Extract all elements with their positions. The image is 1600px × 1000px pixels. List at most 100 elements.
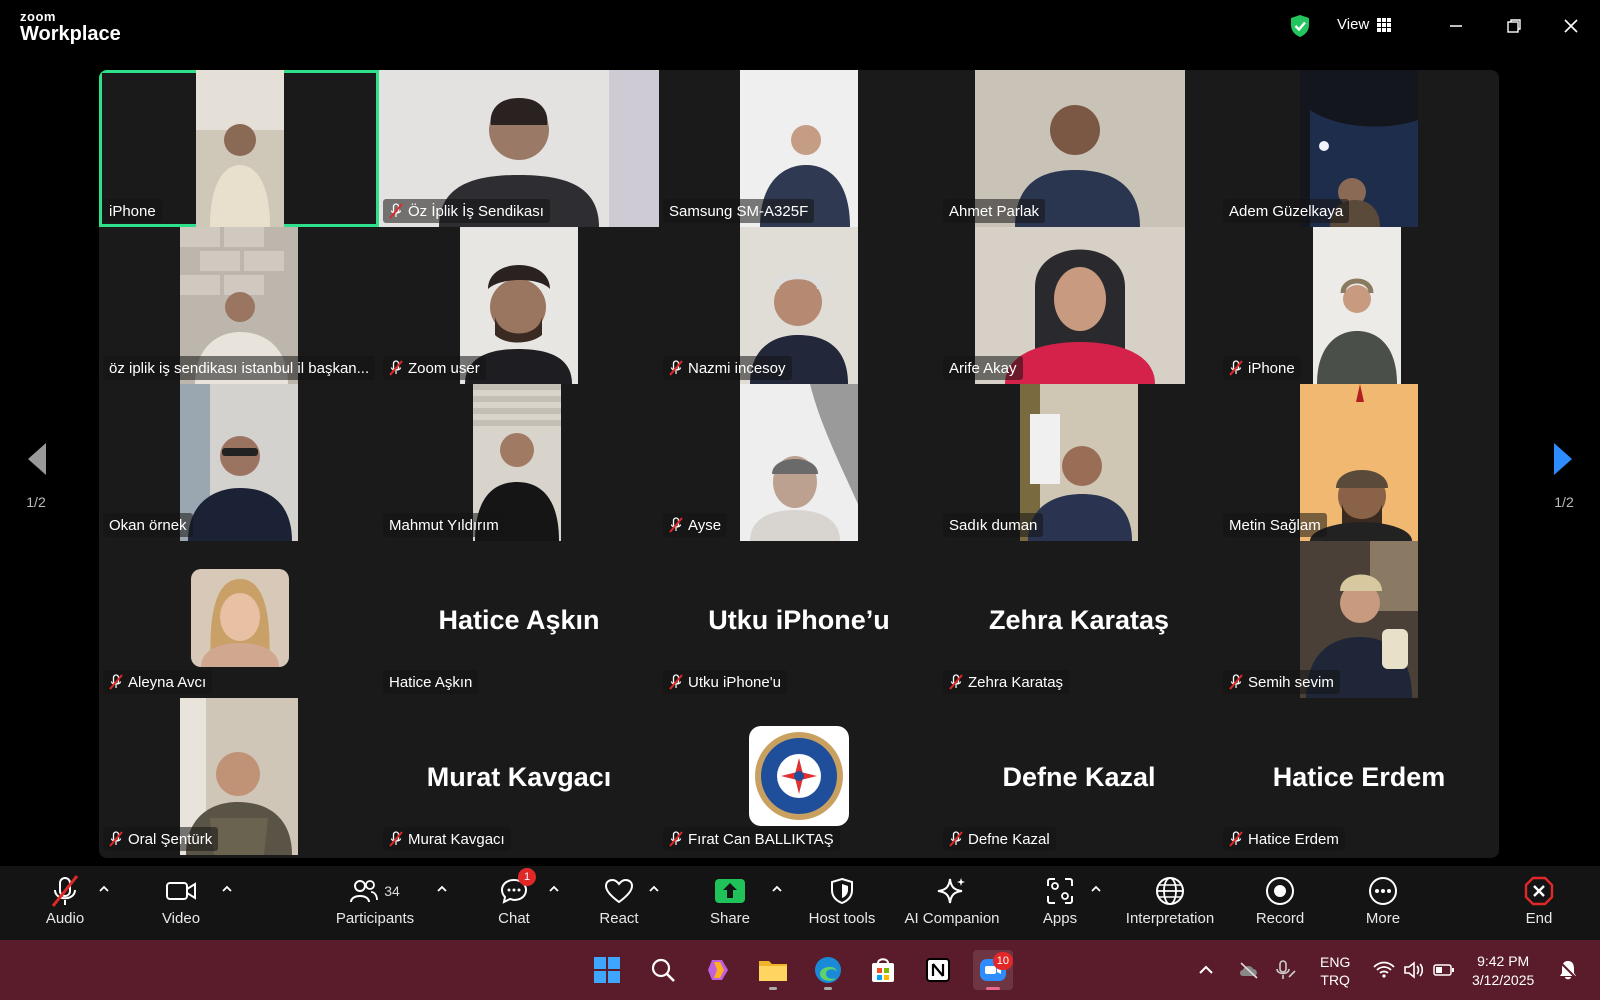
participant-tile[interactable]: Nazmi incesoy (659, 227, 939, 384)
participant-tile[interactable]: Samsung SM-A325F (659, 70, 939, 227)
react-button[interactable]: React (596, 874, 642, 934)
video-options-caret-icon[interactable] (220, 882, 234, 896)
video-button[interactable]: Video (155, 874, 207, 934)
participant-tile[interactable]: Murat Kavgacı Murat Kavgacı (379, 698, 659, 855)
chevron-left-icon (28, 443, 46, 475)
participant-name-tag: Okan örnek (103, 513, 193, 537)
record-label: Record (1255, 910, 1305, 927)
quick-settings[interactable] (1373, 940, 1455, 1000)
taskbar-copilot[interactable] (698, 950, 738, 990)
share-options-caret-icon[interactable] (770, 882, 784, 896)
participant-tile[interactable]: öz iplik iş sendikası istanbul il başkan… (99, 227, 379, 384)
participant-name-tag: Ayse (663, 513, 728, 537)
close-button[interactable] (1557, 14, 1585, 38)
participant-name-tag: Murat Kavgacı (383, 827, 511, 851)
participant-tile[interactable]: Öz İplik İş Sendikası (379, 70, 659, 227)
start-button[interactable] (587, 950, 627, 990)
taskbar-store[interactable] (863, 950, 903, 990)
view-button[interactable]: View (1337, 16, 1392, 33)
participant-tile[interactable]: Ayse (659, 384, 939, 541)
taskbar-notion[interactable] (918, 950, 958, 990)
shield-icon (831, 877, 853, 905)
interpretation-button[interactable]: Interpretation (1120, 874, 1220, 934)
clock-time: 9:42 PM (1477, 953, 1530, 969)
participant-name-tag: Zoom user (383, 356, 486, 380)
participant-tile[interactable]: Defne Kazal Defne Kazal (939, 698, 1219, 855)
audio-button[interactable]: Audio (40, 874, 90, 934)
host-tools-button[interactable]: Host tools (806, 874, 878, 934)
participant-tile[interactable]: Adem Güzelkaya (1219, 70, 1499, 227)
notifications-button[interactable] (1553, 950, 1583, 990)
grid-icon (1377, 17, 1392, 32)
taskbar-edge[interactable] (808, 950, 848, 990)
clock-date: 3/12/2025 (1472, 972, 1535, 988)
participant-video (740, 384, 858, 541)
muted-mic-icon (669, 831, 683, 847)
notification-bell-icon (1559, 961, 1577, 980)
react-options-caret-icon[interactable] (647, 882, 661, 896)
previous-page-button[interactable]: 1/2 (16, 441, 56, 510)
chat-button[interactable]: 1 Chat (494, 868, 536, 934)
muted-mic-icon (949, 674, 963, 690)
apps-options-caret-icon[interactable] (1089, 882, 1103, 896)
participant-tile[interactable]: Metin Sağlam (1219, 384, 1499, 541)
participants-label: Participants (335, 910, 415, 927)
apps-button[interactable]: Apps (1040, 874, 1080, 934)
participants-button[interactable]: 34 Participants (330, 874, 420, 934)
participant-tile[interactable]: iPhone (1219, 227, 1499, 384)
participant-tile[interactable]: Aleyna Avcı (99, 541, 379, 698)
input-language-indicator[interactable]: ENG TRQ (1320, 953, 1350, 989)
restore-button[interactable] (1500, 14, 1528, 38)
more-label: More (1365, 910, 1401, 927)
participant-tile[interactable]: Hatice Erdem Hatice Erdem (1219, 698, 1499, 855)
windows-taskbar: 10 ENG TRQ 9:42 PM 3/12/2025 (0, 940, 1600, 1000)
participant-name-tag: Hatice Aşkın (383, 670, 479, 694)
participant-tile[interactable]: iPhone (99, 70, 379, 227)
brand-small: zoom (20, 9, 56, 24)
onedrive-offline-icon[interactable] (1238, 961, 1260, 979)
next-page-button[interactable]: 1/2 (1544, 441, 1584, 510)
share-screen-button[interactable]: Share (708, 874, 752, 934)
muted-mic-icon (1229, 674, 1243, 690)
participant-tile[interactable]: Oral Şentürk (99, 698, 379, 855)
encryption-shield-icon[interactable] (1289, 14, 1311, 38)
end-meeting-button[interactable]: End (1519, 874, 1559, 934)
taskbar-file-explorer[interactable] (753, 950, 793, 990)
participant-tile[interactable]: Utku iPhone’u Utku iPhone'u (659, 541, 939, 698)
participant-name-tag: Metin Sağlam (1223, 513, 1327, 537)
chat-options-caret-icon[interactable] (547, 882, 561, 896)
participant-name-tag: iPhone (1223, 356, 1301, 380)
video-camera-icon (166, 882, 196, 900)
participants-options-caret-icon[interactable] (435, 882, 449, 896)
participant-tile[interactable]: Zehra Karataş Zehra Karataş (939, 541, 1219, 698)
taskbar-search-button[interactable] (643, 950, 683, 990)
participant-name-tag: iPhone (103, 199, 162, 223)
meeting-toolbar: Audio Video 34 Participants 1 Chat React… (0, 866, 1600, 940)
edge-browser-icon (815, 957, 841, 983)
microphone-in-use-icon[interactable] (1274, 959, 1296, 981)
participant-tile[interactable]: Mahmut Yıldırım (379, 384, 659, 541)
participant-tile[interactable]: Okan örnek (99, 384, 379, 541)
participant-tile[interactable]: Semih sevim (1219, 541, 1499, 698)
record-button[interactable]: Record (1255, 874, 1305, 934)
more-button[interactable]: More (1363, 874, 1403, 934)
chevron-up-icon[interactable] (1198, 963, 1214, 977)
participant-tile[interactable]: Hatice Aşkın Hatice Aşkın (379, 541, 659, 698)
minimize-icon (1450, 25, 1462, 27)
participant-tile[interactable]: Zoom user (379, 227, 659, 384)
participant-tile[interactable]: Sadık duman (939, 384, 1219, 541)
more-icon (1369, 877, 1397, 905)
participant-tile[interactable]: Ahmet Parlak (939, 70, 1219, 227)
taskbar-zoom[interactable]: 10 (973, 950, 1013, 990)
ai-companion-button[interactable]: AI Companion (900, 874, 1004, 934)
participant-name-tag: Sadık duman (943, 513, 1044, 537)
brand-large: Workplace (20, 23, 121, 45)
minimize-button[interactable] (1442, 14, 1470, 38)
taskbar-clock[interactable]: 9:42 PM 3/12/2025 (1472, 952, 1534, 990)
participant-name-tag: Aleyna Avcı (103, 670, 213, 694)
participant-display-name: Murat Kavgacı (426, 762, 612, 792)
participant-tile[interactable]: Fırat Can BALLIKTAŞ (659, 698, 939, 855)
audio-options-caret-icon[interactable] (97, 882, 111, 896)
participant-tile[interactable]: Arife Akay (939, 227, 1219, 384)
union-logo-avatar (749, 726, 849, 826)
